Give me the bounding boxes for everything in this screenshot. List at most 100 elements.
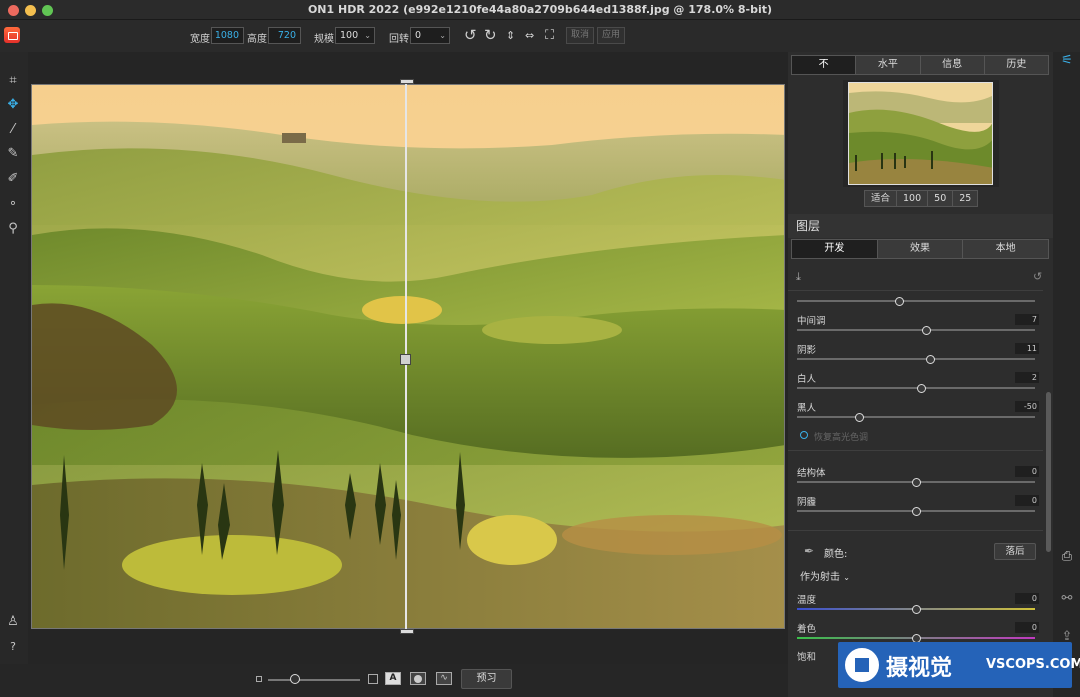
divider	[788, 530, 1043, 531]
watermark-logo-icon	[845, 648, 879, 682]
zoom-slider-knob[interactable]	[290, 674, 300, 684]
zoom-50[interactable]: 50	[928, 191, 954, 206]
slider-value[interactable]: 7	[1015, 314, 1039, 325]
slider-track[interactable]	[797, 329, 1035, 331]
app-logo-icon[interactable]	[4, 27, 20, 43]
slider-value[interactable]: 0	[1015, 622, 1039, 633]
rotate-left-icon[interactable]: ↺	[464, 27, 477, 44]
zoom-fit[interactable]: 适合	[865, 191, 898, 206]
navigator-thumbnail[interactable]	[848, 82, 993, 185]
slider-knob[interactable]	[912, 507, 921, 516]
transform-icon[interactable]: ✥	[4, 96, 22, 114]
eyedropper-icon[interactable]: ✒	[804, 544, 814, 558]
tab-navigator[interactable]: 不	[792, 56, 857, 74]
highlight-recovery-radio[interactable]	[800, 431, 808, 439]
color-reset-button[interactable]: 落后	[994, 543, 1036, 560]
print-icon[interactable]: ⎙	[1058, 548, 1076, 566]
perfect-eraser-icon[interactable]: ⁄	[4, 121, 22, 139]
divider	[788, 450, 1043, 451]
slider-track[interactable]	[797, 358, 1035, 360]
zoom-options: 适合 100 50 25	[864, 190, 979, 207]
slider-track[interactable]	[797, 300, 1035, 302]
bottom-handle[interactable]	[400, 629, 414, 634]
divider	[788, 290, 1043, 291]
user-icon[interactable]: ♙	[4, 613, 22, 631]
height-field[interactable]: 720	[268, 27, 301, 44]
top-handle[interactable]	[400, 79, 414, 84]
adjustments-icon[interactable]: ⚟	[1058, 52, 1076, 70]
slider-value[interactable]: 2	[1015, 372, 1039, 383]
crop-icon[interactable]: ⌗	[4, 72, 22, 90]
share-icon[interactable]: ⚯	[1058, 590, 1076, 608]
tab-info[interactable]: 信息	[921, 56, 985, 74]
panel-scrollbar[interactable]	[1046, 392, 1051, 552]
color-label: 颜色:	[824, 549, 848, 560]
chevron-down-icon: ⌄	[439, 31, 446, 40]
width-label: 宽度	[190, 34, 210, 45]
saturation-label: 饱和	[797, 652, 817, 663]
rotate-label: 回转	[389, 34, 409, 45]
zoom-slider-track[interactable]	[268, 679, 360, 681]
histogram-icon[interactable]: ∿	[436, 672, 452, 685]
tab-develop[interactable]: 开发	[792, 240, 878, 258]
zoom-100[interactable]: 100	[897, 191, 929, 206]
right-toolstrip: ⚟ ⎙ ⚯ ⇪	[1053, 52, 1080, 697]
scale-select[interactable]: 100 ⌄	[335, 27, 375, 44]
tab-local[interactable]: 本地	[963, 240, 1048, 258]
slider-knob[interactable]	[912, 605, 921, 614]
slider-knob[interactable]	[912, 478, 921, 487]
masking-brush-icon[interactable]: ✎	[4, 145, 22, 163]
refine-brush-icon[interactable]: ✐	[4, 170, 22, 188]
flip-vertical-icon[interactable]: ⇕	[506, 27, 515, 44]
height-label: 高度	[247, 34, 267, 45]
tab-effects[interactable]: 效果	[878, 240, 964, 258]
retouch-icon[interactable]: ∘	[4, 195, 22, 213]
slider-value[interactable]: 0	[1015, 495, 1039, 506]
tab-history[interactable]: 历史	[985, 56, 1048, 74]
scale-label: 规模	[314, 34, 334, 45]
highlight-recovery-label: 恢复高光色调	[814, 433, 869, 443]
watermark-brand: 摄视觉	[886, 656, 953, 681]
split-center-handle[interactable]	[400, 354, 411, 365]
slider-track[interactable]	[797, 416, 1035, 418]
help-icon[interactable]: ?	[4, 638, 22, 656]
slider-knob[interactable]	[926, 355, 936, 364]
title-bar: ON1 HDR 2022 (e992e1210fe44a80a2709b644e…	[0, 0, 1080, 20]
watermark: 摄视觉 VSCOPS.COM	[838, 642, 1080, 688]
slider-value[interactable]: 0	[1015, 593, 1039, 604]
slider-knob[interactable]	[895, 297, 905, 306]
preview-button[interactable]: 预习	[461, 669, 512, 689]
slider-knob[interactable]	[854, 413, 864, 422]
slider-knob[interactable]	[921, 326, 931, 335]
transform-toolbar: 宽度 1080 高度 720 规模 100 ⌄ 回转 0 ⌄ ↺ ↻ ⇕ ⇔ ⛶ 取…	[0, 20, 1080, 52]
slider-value[interactable]: 11	[1015, 343, 1039, 354]
width-field[interactable]: 1080	[211, 27, 244, 44]
slider-label: 阴霾	[797, 497, 817, 508]
slider-label: 温度	[797, 595, 817, 606]
rotate-right-icon[interactable]: ↻	[484, 27, 497, 44]
tab-levels[interactable]: 水平	[856, 56, 921, 74]
rotate-value: 0	[415, 30, 422, 41]
reset-icon[interactable]: ↺	[1033, 270, 1042, 283]
zoom-tool-icon[interactable]: ⚲	[4, 220, 22, 238]
slider-value[interactable]: 0	[1015, 466, 1039, 477]
window-title: ON1 HDR 2022 (e992e1210fe44a80a2709b644e…	[307, 3, 773, 16]
navigator-image	[849, 83, 992, 184]
slider-value[interactable]: -50	[1015, 401, 1039, 412]
zoom-25[interactable]: 25	[953, 191, 977, 206]
flip-horizontal-icon[interactable]: ⇔	[525, 27, 534, 44]
apply-button[interactable]: 应用	[597, 27, 626, 44]
right-panel: 不 水平 信息 历史 适合 100 50 25 图层 开发 效果 本地 ⤓ ↺ …	[788, 52, 1053, 697]
auto-icon[interactable]: A	[385, 672, 401, 685]
fit-canvas-icon[interactable]: ⛶	[545, 27, 554, 44]
cancel-button[interactable]: 取消	[566, 27, 595, 44]
layers-header: 图层	[788, 214, 1053, 238]
rotate-select[interactable]: 0 ⌄	[410, 27, 450, 44]
slider-label: 中间调	[797, 316, 826, 327]
large-thumb-icon	[368, 674, 378, 684]
save-preset-icon[interactable]: ⤓	[796, 270, 801, 284]
slider-knob[interactable]	[916, 384, 926, 393]
mask-view-icon[interactable]	[410, 672, 426, 685]
slider-label: 黑人	[797, 403, 817, 414]
white-balance-select[interactable]: 作为射击 ⌄	[800, 568, 850, 583]
